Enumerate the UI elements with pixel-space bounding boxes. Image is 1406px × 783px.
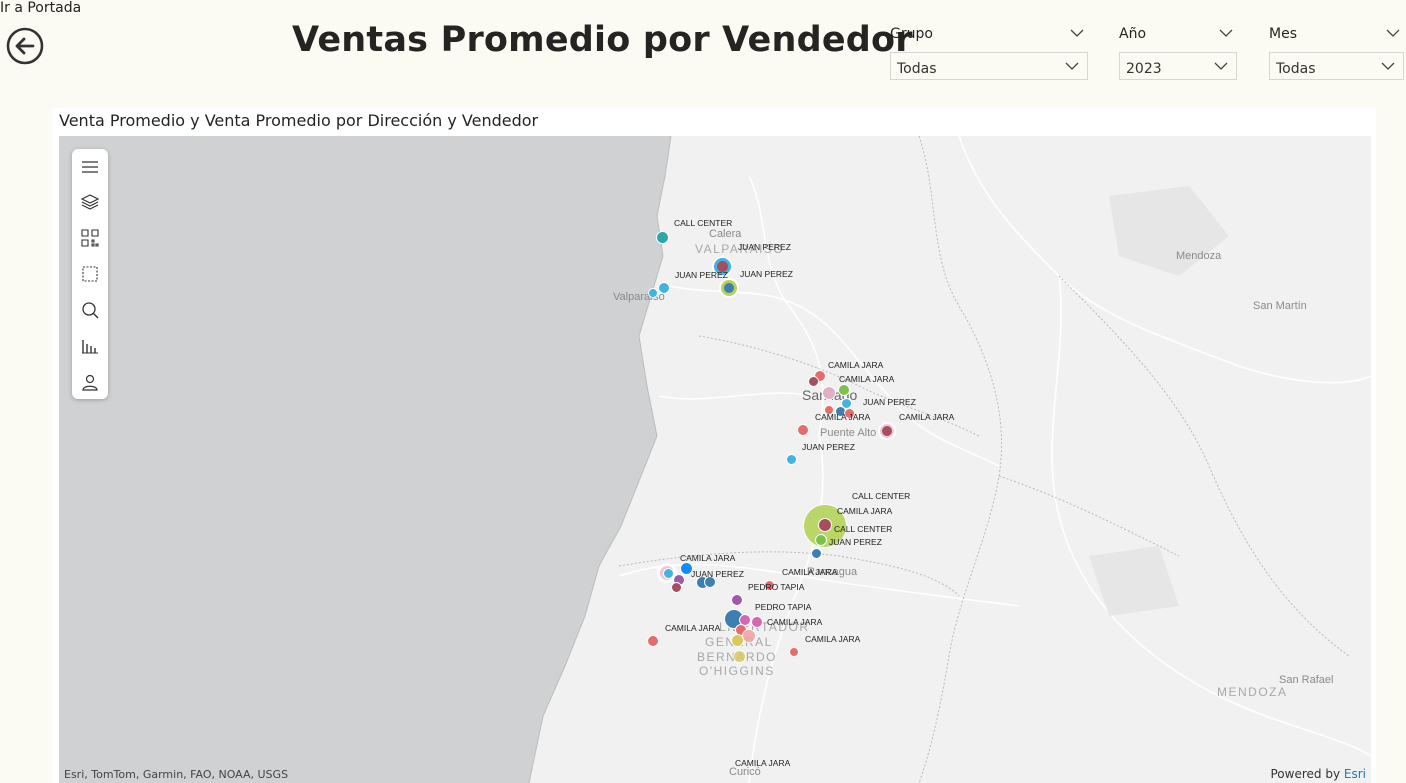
map-bubble[interactable] <box>647 635 659 647</box>
bubble-label: JUAN PEREZ <box>863 397 916 407</box>
bubble-label: PEDRO TAPIA <box>748 582 805 592</box>
map-bubble[interactable] <box>751 616 763 628</box>
visual-title: Venta Promedio y Venta Promedio por Dire… <box>59 111 539 130</box>
slicer-grupo: Grupo Todas <box>890 26 1088 80</box>
menu-icon[interactable] <box>80 157 100 177</box>
bubble-label: CALL CENTER <box>674 218 733 228</box>
bubble-label: JUAN PEREZ <box>740 269 793 279</box>
map-bubble[interactable] <box>797 424 809 436</box>
bubble-label: CAMILA JARA <box>837 506 893 516</box>
bubble-label: CALL CENTER <box>834 524 893 534</box>
place-label: MENDOZA <box>1217 685 1288 699</box>
map-bubble[interactable] <box>815 534 827 546</box>
map-bubble[interactable] <box>880 424 894 438</box>
powered-by[interactable]: Powered by Esri <box>1271 767 1367 781</box>
place-label: Puente Alto <box>820 427 877 439</box>
place-label: San Rafael <box>1279 674 1334 686</box>
map-bubble[interactable] <box>671 582 682 593</box>
map-bubble[interactable] <box>808 376 819 387</box>
bubble-label: JUAN PEREZ <box>802 442 855 452</box>
map-toolbar <box>72 149 108 399</box>
map-bubble[interactable] <box>789 647 799 657</box>
bubble-label: CAMILA JARA <box>665 623 721 633</box>
map-bubble[interactable] <box>658 282 670 294</box>
bubble-label: CAMILA JARA <box>735 758 791 768</box>
slicer-ano-label: Año <box>1119 26 1147 42</box>
chevron-down-icon[interactable] <box>1070 28 1084 38</box>
map-bubble[interactable] <box>838 384 850 396</box>
chevron-down-icon <box>1381 62 1395 70</box>
chevron-down-icon[interactable] <box>1219 28 1233 38</box>
place-label: Calera <box>709 228 742 240</box>
back-arrow-icon[interactable] <box>6 27 44 65</box>
slicer-mes-label: Mes <box>1269 26 1297 42</box>
bubble-label: CAMILA JARA <box>680 553 736 563</box>
place-label: Mendoza <box>1176 250 1222 262</box>
map-bubble[interactable] <box>742 629 756 643</box>
map-canvas[interactable]: Calera VALPARAISO Valparaíso Mendoza San… <box>59 136 1371 783</box>
bubble-label: CAMILA JARA <box>828 360 884 370</box>
search-icon[interactable] <box>80 300 100 320</box>
slicer-ano: Año 2023 <box>1119 26 1237 80</box>
slicer-ano-dropdown[interactable]: 2023 <box>1119 52 1237 80</box>
map-bubble[interactable] <box>731 634 744 647</box>
map-bubble[interactable] <box>822 386 836 400</box>
place-label: O'HIGGINS <box>699 664 775 678</box>
slicer-mes-value: Todas <box>1276 61 1316 77</box>
slicer-grupo-value: Todas <box>897 61 937 77</box>
bubble-label: JUAN PEREZ <box>829 537 882 547</box>
map-bubble[interactable] <box>818 518 832 532</box>
bubble-label: JUAN PEREZ <box>675 270 728 280</box>
chevron-down-icon <box>1214 62 1228 70</box>
bubble-label: CAMILA JARA <box>782 567 838 577</box>
bubble-label: CALL CENTER <box>852 491 911 501</box>
chevron-down-icon <box>1065 62 1079 70</box>
map-visual: Venta Promedio y Venta Promedio por Dire… <box>52 108 1376 783</box>
place-label: San Martín <box>1253 300 1307 312</box>
bubble-label: CAMILA JARA <box>805 634 861 644</box>
slicer-mes-dropdown[interactable]: Todas <box>1269 52 1404 80</box>
bubble-label: CAMILA JARA <box>767 617 823 627</box>
slicer-grupo-dropdown[interactable]: Todas <box>890 52 1088 80</box>
map-bubble[interactable] <box>786 454 797 465</box>
qr-icon[interactable] <box>80 228 100 248</box>
map-attribution: Esri, TomTom, Garmin, FAO, NOAA, USGS <box>64 768 289 781</box>
map-bubble[interactable] <box>733 650 746 663</box>
bubble-label: CAMILA JARA <box>899 412 955 422</box>
goto-portada-link[interactable]: Ir a Portada <box>0 0 81 16</box>
chevron-down-icon[interactable] <box>1386 28 1400 38</box>
bubble-label: JUAN PEREZ <box>738 242 791 252</box>
bubble-label: PEDRO TAPIA <box>755 602 812 612</box>
powered-by-prefix: Powered by <box>1270 767 1341 781</box>
page-title: Ventas Promedio por Vendedor <box>292 20 913 60</box>
slicer-mes: Mes Todas <box>1269 26 1404 80</box>
bubble-label: CAMILA JARA <box>839 374 895 384</box>
map-bubble[interactable] <box>731 594 743 606</box>
esri-brand[interactable]: Esri <box>1344 767 1366 781</box>
map-bubble[interactable] <box>648 288 658 298</box>
map-bubble[interactable] <box>721 280 737 296</box>
slicer-grupo-label: Grupo <box>890 26 933 42</box>
person-icon[interactable] <box>80 372 100 392</box>
bubble-label: CAMILA JARA <box>815 412 871 422</box>
slicer-ano-value: 2023 <box>1126 61 1162 77</box>
bubble-label: JUAN PEREZ <box>691 569 744 579</box>
map-bubble[interactable] <box>811 548 822 559</box>
chart-icon[interactable] <box>80 336 100 356</box>
map-bubble[interactable] <box>656 231 669 244</box>
layers-icon[interactable] <box>80 192 100 212</box>
select-rect-icon[interactable] <box>80 264 100 284</box>
